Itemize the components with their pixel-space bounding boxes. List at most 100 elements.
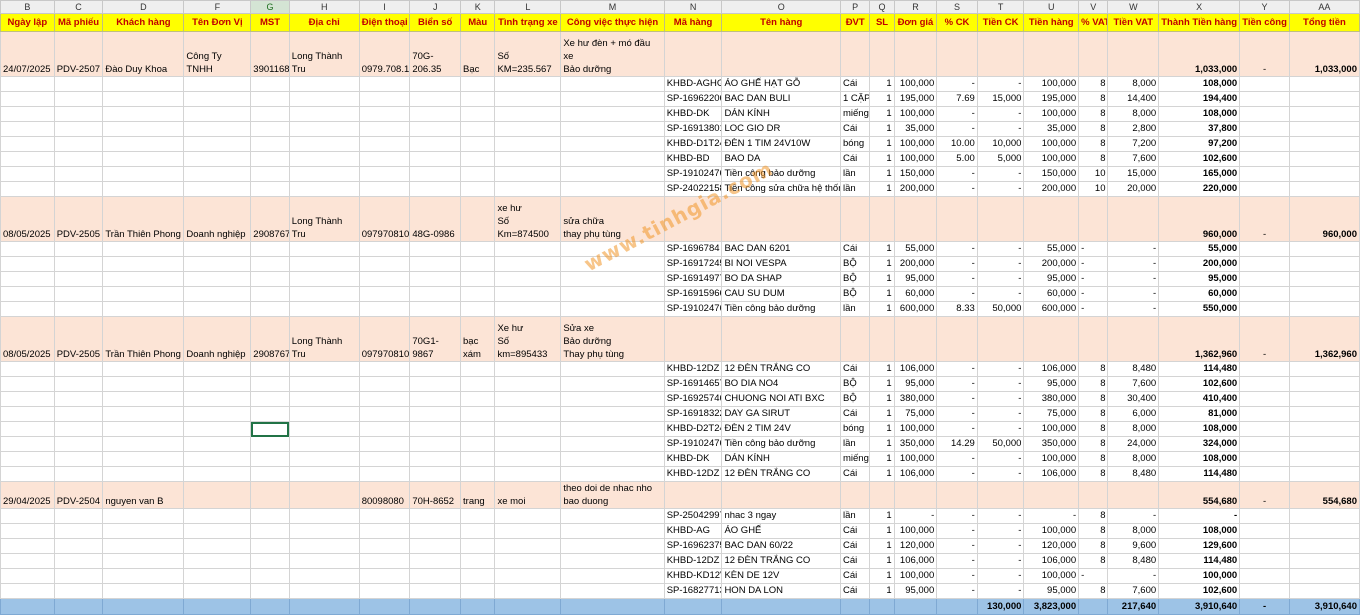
empty-cell[interactable]: [0, 466, 55, 482]
item-cell[interactable]: BAC DAN BULI: [721, 91, 841, 107]
empty-cell[interactable]: [560, 523, 665, 539]
header-cell[interactable]: Thành Tiền hàng: [1158, 13, 1241, 32]
order-cell[interactable]: sửa chữa thay phụ tùng: [560, 196, 665, 242]
order-cell[interactable]: [1023, 31, 1080, 77]
order-cell[interactable]: Bạc: [460, 31, 496, 77]
item-cell[interactable]: 1: [869, 553, 895, 569]
item-cell[interactable]: -: [1107, 286, 1160, 302]
column-letter-j[interactable]: J: [409, 0, 462, 14]
item-cell[interactable]: SP-16914657: [663, 376, 723, 392]
item-cell[interactable]: 8: [1078, 121, 1109, 137]
item-cell[interactable]: 30,400: [1107, 391, 1160, 407]
order-cell[interactable]: 08/05/2025: [0, 196, 55, 242]
order-cell[interactable]: 70G1-9867: [409, 316, 462, 362]
item-cell[interactable]: 100,000: [1023, 136, 1080, 152]
item-cell[interactable]: 100,000: [893, 421, 938, 437]
item-cell[interactable]: 120,000: [893, 538, 938, 554]
item-cell[interactable]: -: [936, 376, 978, 392]
empty-cell[interactable]: [53, 256, 104, 272]
order-cell[interactable]: PDV-2505: [53, 196, 104, 242]
empty-cell[interactable]: [288, 538, 360, 554]
empty-cell[interactable]: [183, 583, 252, 599]
header-cell[interactable]: Tiền CK: [976, 13, 1025, 32]
item-cell[interactable]: -: [976, 421, 1025, 437]
empty-cell[interactable]: [1239, 553, 1290, 569]
item-cell[interactable]: miếng: [839, 106, 871, 122]
empty-cell[interactable]: [1239, 181, 1290, 197]
item-cell[interactable]: 12 ĐÈN TRẮNG CO: [721, 466, 841, 482]
empty-cell[interactable]: [936, 598, 978, 615]
item-cell[interactable]: 5.00: [936, 151, 978, 167]
item-cell[interactable]: 106,000: [893, 466, 938, 482]
item-cell[interactable]: 1: [869, 241, 895, 257]
order-cell[interactable]: [288, 481, 360, 509]
order-cell[interactable]: Long Thành Tru: [288, 316, 360, 362]
empty-cell[interactable]: [250, 136, 290, 152]
empty-cell[interactable]: [102, 76, 185, 92]
empty-cell[interactable]: [494, 271, 562, 287]
order-cell[interactable]: [869, 196, 895, 242]
empty-cell[interactable]: [409, 361, 462, 377]
empty-cell[interactable]: [409, 286, 462, 302]
order-cell[interactable]: [1078, 31, 1109, 77]
item-cell[interactable]: 8,000: [1107, 451, 1160, 467]
empty-cell[interactable]: [1288, 583, 1360, 599]
empty-cell[interactable]: [250, 256, 290, 272]
empty-cell[interactable]: [102, 151, 185, 167]
empty-cell[interactable]: [1288, 538, 1360, 554]
empty-cell[interactable]: [460, 241, 496, 257]
order-cell[interactable]: [976, 196, 1025, 242]
empty-cell[interactable]: [183, 301, 252, 317]
item-cell[interactable]: Cái: [839, 523, 871, 539]
empty-cell[interactable]: [102, 91, 185, 107]
column-letter-v[interactable]: V: [1078, 0, 1109, 14]
empty-cell[interactable]: [0, 436, 55, 452]
order-cell[interactable]: PDV-2505: [53, 316, 104, 362]
empty-cell[interactable]: [460, 91, 496, 107]
item-cell[interactable]: 324,000: [1158, 436, 1241, 452]
empty-cell[interactable]: [53, 301, 104, 317]
item-cell[interactable]: SP-16925746: [663, 391, 723, 407]
item-cell[interactable]: lần: [839, 508, 871, 524]
order-cell[interactable]: 554,680: [1288, 481, 1360, 509]
item-cell[interactable]: 100,000: [1023, 76, 1080, 92]
item-cell[interactable]: 8: [1078, 406, 1109, 422]
header-cell[interactable]: Khách hàng: [102, 13, 185, 32]
item-cell[interactable]: 8: [1078, 376, 1109, 392]
item-cell[interactable]: 8,480: [1107, 361, 1160, 377]
empty-cell[interactable]: [250, 391, 290, 407]
item-cell[interactable]: 106,000: [893, 553, 938, 569]
empty-cell[interactable]: [288, 436, 360, 452]
empty-cell[interactable]: [560, 538, 665, 554]
order-cell[interactable]: Long Thành Tru: [288, 31, 360, 77]
empty-cell[interactable]: [102, 553, 185, 569]
empty-cell[interactable]: [409, 181, 462, 197]
item-cell[interactable]: BO DIA NO4: [721, 376, 841, 392]
empty-cell[interactable]: [460, 271, 496, 287]
item-cell[interactable]: 24,000: [1107, 436, 1160, 452]
item-cell[interactable]: 129,600: [1158, 538, 1241, 554]
item-cell[interactable]: 75,000: [1023, 406, 1080, 422]
order-cell[interactable]: [839, 31, 871, 77]
empty-cell[interactable]: [560, 166, 665, 182]
empty-cell[interactable]: [0, 508, 55, 524]
item-cell[interactable]: 7,600: [1107, 583, 1160, 599]
header-cell[interactable]: Đơn giá: [893, 13, 938, 32]
order-cell[interactable]: Trần Thiên Phong: [102, 196, 185, 242]
empty-cell[interactable]: [102, 241, 185, 257]
item-cell[interactable]: -: [976, 241, 1025, 257]
item-cell[interactable]: 102,600: [1158, 376, 1241, 392]
item-cell[interactable]: 50,000: [976, 301, 1025, 317]
empty-cell[interactable]: [460, 151, 496, 167]
order-cell[interactable]: [1107, 316, 1160, 362]
empty-cell[interactable]: [1288, 166, 1360, 182]
item-cell[interactable]: KHBD-12DZ: [663, 553, 723, 569]
empty-cell[interactable]: [494, 91, 562, 107]
order-cell[interactable]: [976, 316, 1025, 362]
empty-cell[interactable]: [53, 391, 104, 407]
item-cell[interactable]: SP-19102476: [663, 166, 723, 182]
empty-cell[interactable]: [102, 166, 185, 182]
empty-cell[interactable]: [250, 166, 290, 182]
empty-cell[interactable]: [288, 136, 360, 152]
order-cell[interactable]: 70H-8652: [409, 481, 462, 509]
